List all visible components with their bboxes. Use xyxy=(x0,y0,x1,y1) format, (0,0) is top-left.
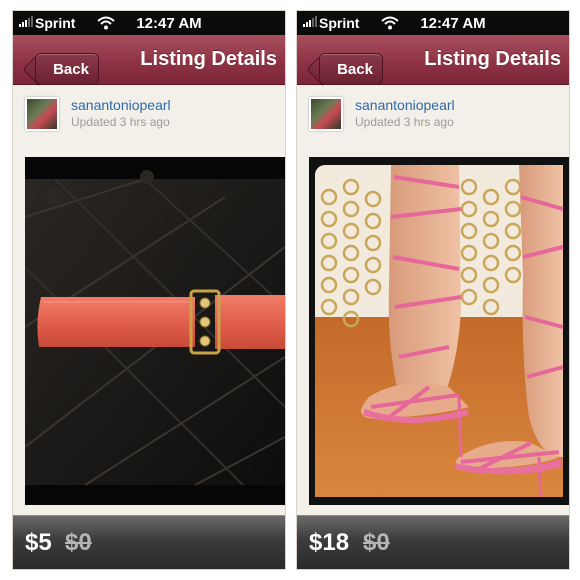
seller-username-link[interactable]: sanantoniopearl xyxy=(355,97,455,113)
back-button[interactable]: Back xyxy=(319,53,383,85)
original-price: $0 xyxy=(363,529,390,556)
listing-photo[interactable] xyxy=(309,157,569,505)
listing-screen-heels: Sprint 12:47 AM Back Listing Details san… xyxy=(296,10,570,570)
avatar[interactable] xyxy=(309,97,343,131)
clock: 12:47 AM xyxy=(136,15,202,32)
seller-row: sanantoniopearl Updated 3 hrs ago xyxy=(13,91,285,147)
listing-photo[interactable] xyxy=(25,157,285,505)
clock: 12:47 AM xyxy=(420,15,486,32)
page-title: Listing Details xyxy=(424,48,561,70)
status-bar: Sprint 12:47 AM xyxy=(13,11,285,35)
seller-row: sanantoniopearl Updated 3 hrs ago xyxy=(297,91,569,147)
listing-price: $18 xyxy=(309,529,350,556)
navigation-bar: Back Listing Details xyxy=(13,35,285,85)
back-button[interactable]: Back xyxy=(35,53,99,85)
listing-price: $5 xyxy=(25,529,52,556)
seller-username-link[interactable]: sanantoniopearl xyxy=(71,97,171,113)
heels-photo-image xyxy=(309,157,569,505)
price-bar: $5 $0 xyxy=(13,515,285,569)
avatar[interactable] xyxy=(25,97,59,131)
listing-screen-belt: Sprint 12:47 AM Back Listing Details san… xyxy=(12,10,286,570)
navigation-bar: Back Listing Details xyxy=(297,35,569,85)
updated-timestamp: Updated 3 hrs ago xyxy=(71,115,170,129)
price-bar: $18 $0 xyxy=(297,515,569,569)
belt-photo-image xyxy=(25,157,285,505)
updated-timestamp: Updated 3 hrs ago xyxy=(355,115,454,129)
page-title: Listing Details xyxy=(140,48,277,70)
status-bar: Sprint 12:47 AM xyxy=(297,11,569,35)
original-price: $0 xyxy=(65,529,92,556)
